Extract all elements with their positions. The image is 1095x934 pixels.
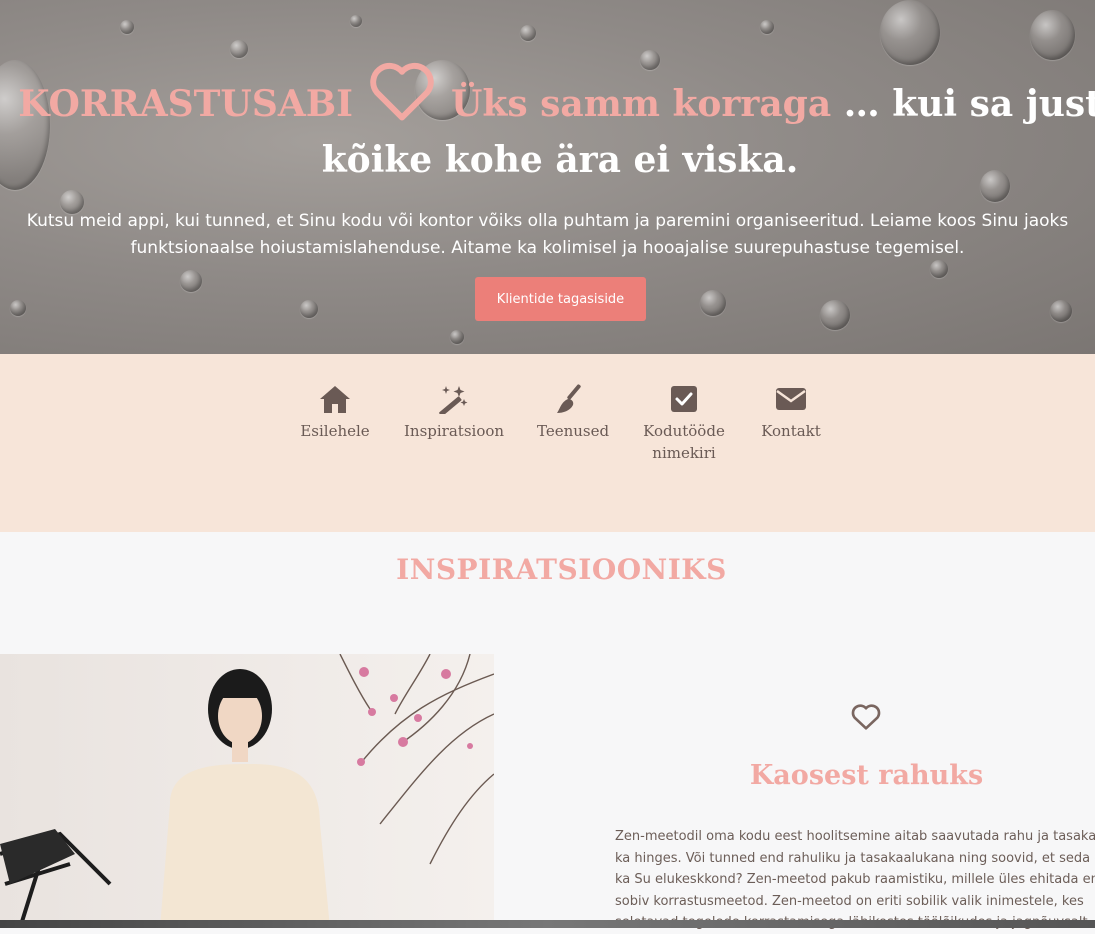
nav-item-home[interactable]: Esilehele [300, 384, 370, 442]
card-title: Kaosest rahuks [749, 760, 984, 791]
water-drop [700, 290, 726, 316]
nav-item-contact[interactable]: Kontakt [758, 384, 824, 442]
water-drop [880, 0, 940, 65]
hero-description: Kutsu meid appi, kui tunned, et Sinu kod… [26, 211, 1069, 258]
nav-item-inspiration[interactable]: Inspiratsioon [404, 384, 504, 442]
nav-item-chores-list[interactable]: Kodutööde nimekiri [641, 384, 727, 464]
magic-wand-icon [404, 384, 500, 414]
heart-outline-icon [365, 60, 439, 135]
card-text-line: ka Su elukeskkond? Zen-meetod pakub raam… [615, 872, 1095, 887]
water-drop [1030, 10, 1075, 60]
checkbox-icon [641, 384, 727, 414]
icon-navigation: Esilehele Inspiratsioon Teenused Kodutöö… [0, 354, 1095, 532]
water-drop [350, 15, 362, 27]
water-drop [120, 20, 134, 34]
card-description: Zen-meetodil oma kodu eest hoolitsemine … [615, 826, 1095, 934]
woman-meditating-photo [0, 654, 494, 928]
broom-icon [537, 384, 607, 414]
water-drop [520, 25, 536, 41]
envelope-icon [758, 384, 824, 414]
home-icon [300, 384, 370, 414]
water-drop [820, 300, 850, 330]
water-drop [10, 300, 26, 316]
nav-item-label: Inspiratsioon [404, 422, 505, 440]
nav-item-label: Teenused [537, 422, 610, 440]
client-feedback-button[interactable]: Klientide tagasiside [475, 277, 646, 321]
water-drop [930, 260, 948, 278]
water-drop [180, 270, 202, 292]
section-title: INSPIRATSIOONIKS [396, 553, 727, 586]
heart-outline-icon [850, 703, 882, 735]
nav-item-label: Esilehele [300, 422, 370, 440]
nav-item-label: Kontakt [761, 422, 821, 440]
water-drop [760, 20, 774, 34]
water-drop [230, 40, 248, 58]
bottom-image-strip [0, 920, 1095, 928]
nav-item-services[interactable]: Teenused [537, 384, 610, 442]
hero-title: KORRASTUSABI Üks samm korraga … kui sa ju… [0, 60, 1095, 185]
water-drop [1050, 300, 1072, 322]
hero-section: KORRASTUSABI Üks samm korraga … kui sa ju… [0, 0, 1095, 354]
card-text-line: Zen-meetodil oma kodu eest hoolitsemine … [615, 829, 1095, 844]
water-drop [300, 300, 318, 318]
nav-item-label: Kodutööde nimekiri [643, 422, 725, 462]
water-drop [450, 330, 464, 344]
card-text-line: ka hinges. Või tunned end rahuliku ja ta… [615, 850, 1095, 866]
hero-tagline: Üks samm korraga [451, 83, 832, 125]
brand-name: KORRASTUSABI [18, 83, 354, 125]
card-text-line: sobiv korrastusmeetod. Zen-meetod on eri… [615, 893, 1084, 909]
